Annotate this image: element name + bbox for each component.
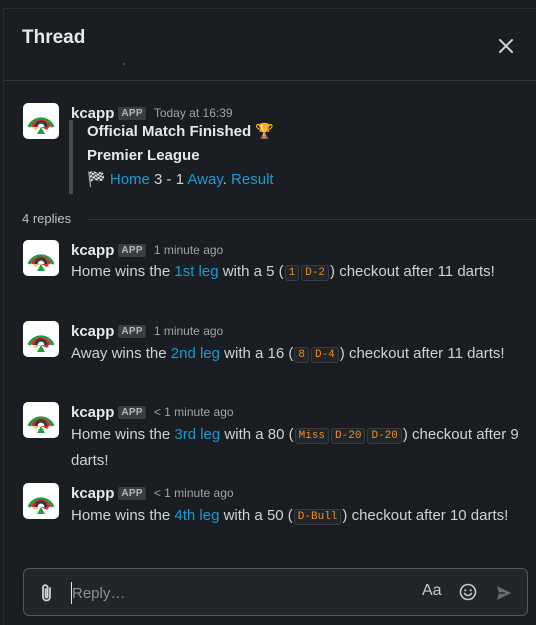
- reply-message: Home wins the 1st leg with a 5 (1 D-2) ch…: [71, 260, 521, 286]
- separator: .: [222, 171, 227, 188]
- dartboard-logo: [27, 254, 55, 271]
- timestamp[interactable]: 1 minute ago: [154, 243, 223, 257]
- message-text: Home wins the: [71, 263, 175, 280]
- timestamp[interactable]: 1 minute ago: [154, 324, 223, 338]
- dart-code: D-4: [310, 347, 339, 363]
- avatar[interactable]: [23, 240, 59, 276]
- leg-link[interactable]: 3rd leg: [174, 426, 220, 443]
- avatar[interactable]: [23, 321, 59, 357]
- close-button[interactable]: [496, 36, 516, 56]
- reply-message: Home wins the 3rd leg with a 80 (Miss D-2…: [71, 423, 521, 473]
- message-text: ) checkout after 10 darts!: [342, 507, 509, 524]
- sender-name[interactable]: kcapp: [71, 323, 114, 340]
- message-header: kcapp APP < 1 minute ago: [71, 402, 234, 422]
- dart-code: Miss: [294, 428, 330, 444]
- app-badge: APP: [118, 486, 146, 500]
- timestamp[interactable]: < 1 minute ago: [154, 405, 234, 419]
- reply-message: Away wins the 2nd leg with a 16 (8 D-4) c…: [71, 342, 521, 368]
- paperclip-icon: [42, 584, 51, 602]
- match-title: Official Match Finished 🏆: [87, 123, 275, 140]
- dart-code: 1: [284, 265, 300, 281]
- dartboard-logo: [27, 416, 55, 433]
- dartboard-logo: [27, 117, 55, 134]
- league-name: Premier League: [87, 147, 200, 164]
- message-text: Home wins the: [71, 507, 175, 524]
- header-dot: [123, 63, 125, 65]
- emoji-icon: [459, 583, 477, 601]
- dart-code: D-20: [331, 428, 366, 444]
- sender-name[interactable]: kcapp: [71, 242, 114, 259]
- dart-code: D-Bull: [293, 509, 342, 525]
- close-icon: [499, 39, 513, 53]
- message-header: kcapp APP 1 minute ago: [71, 240, 223, 260]
- message-text: Home wins the: [71, 426, 175, 443]
- message-text: with a 80 (: [220, 426, 294, 443]
- home-link[interactable]: Home: [110, 171, 150, 188]
- message-header: kcapp APP < 1 minute ago: [71, 483, 234, 503]
- timestamp[interactable]: Today at 16:39: [154, 106, 233, 120]
- message-text: with a 16 (: [220, 345, 294, 362]
- reply-input[interactable]: [72, 577, 412, 609]
- thread-panel: Thread kcapp APP Today at 16:39 Official…: [3, 8, 536, 625]
- message-text: Away wins the: [71, 345, 171, 362]
- attach-button[interactable]: [38, 583, 56, 603]
- thread-title: Thread: [22, 27, 86, 48]
- dart-code: D-20: [367, 428, 402, 444]
- timestamp[interactable]: < 1 minute ago: [154, 486, 234, 500]
- thread-header: Thread: [4, 9, 536, 81]
- message-text: with a 50 (: [219, 507, 293, 524]
- away-link[interactable]: Away: [187, 171, 222, 188]
- send-icon: [497, 586, 511, 600]
- result-link[interactable]: Result: [231, 171, 274, 188]
- format-button[interactable]: Aa: [422, 582, 442, 600]
- avatar[interactable]: [23, 402, 59, 438]
- message-text: ) checkout after 11 darts!: [330, 263, 495, 280]
- leg-link[interactable]: 1st leg: [174, 263, 218, 280]
- match-summary-attachment: Official Match Finished 🏆 Premier League…: [69, 120, 449, 194]
- trophy-icon: 🏆: [255, 123, 275, 140]
- score: 3 - 1: [154, 171, 185, 188]
- send-button[interactable]: [494, 583, 514, 603]
- leg-link[interactable]: 4th leg: [174, 507, 219, 524]
- reply-message: Home wins the 4th leg with a 50 (D-Bull)…: [71, 504, 521, 530]
- sender-name[interactable]: kcapp: [71, 404, 114, 421]
- avatar[interactable]: [23, 483, 59, 519]
- dartboard-logo: [27, 497, 55, 514]
- dart-code: 8: [294, 347, 309, 363]
- dart-code: D-2: [301, 265, 330, 281]
- sender-name[interactable]: kcapp: [71, 105, 114, 122]
- app-badge: APP: [118, 243, 146, 257]
- message-text: ) checkout after 11 darts!: [339, 345, 505, 362]
- message-header: kcapp APP 1 minute ago: [71, 321, 223, 341]
- divider: [88, 219, 536, 220]
- emoji-button[interactable]: [458, 582, 478, 602]
- replies-count: 4 replies: [22, 211, 72, 226]
- dartboard-logo: [27, 335, 55, 352]
- reply-composer: Aa: [23, 568, 528, 616]
- chequered-flag-icon: 🏁: [87, 171, 106, 188]
- match-score-line: 🏁 Home 3 - 1 Away. Result: [87, 168, 449, 192]
- leg-link[interactable]: 2nd leg: [171, 345, 220, 362]
- sender-name[interactable]: kcapp: [71, 485, 114, 502]
- replies-divider-row: 4 replies: [4, 209, 536, 227]
- avatar[interactable]: [23, 103, 59, 139]
- app-badge: APP: [118, 106, 146, 120]
- app-badge: APP: [118, 324, 146, 338]
- app-badge: APP: [118, 405, 146, 419]
- message-text: with a 5 (: [218, 263, 284, 280]
